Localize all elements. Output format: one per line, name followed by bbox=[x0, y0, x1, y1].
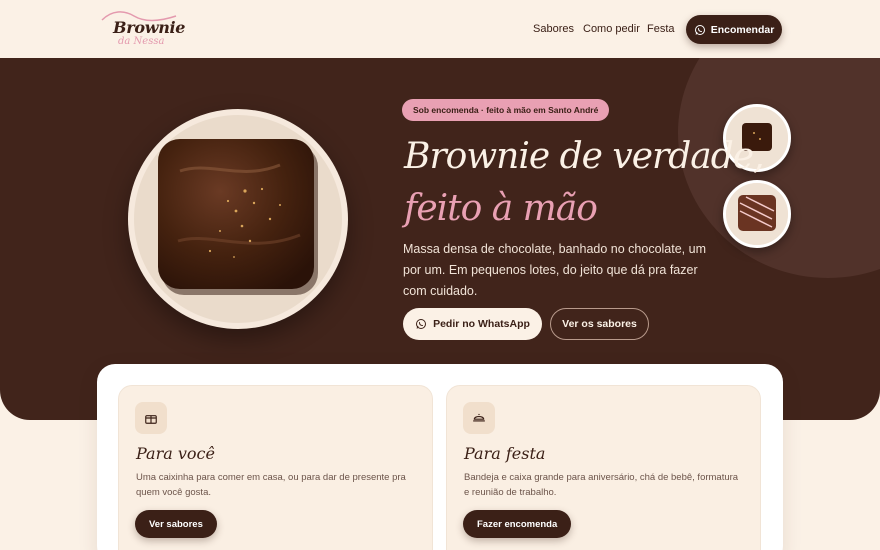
whatsapp-icon bbox=[694, 24, 705, 35]
hero-brownie-image bbox=[128, 109, 348, 329]
hero-description: Massa densa de chocolate, banhado no cho… bbox=[403, 242, 706, 298]
see-flavors-button[interactable]: Ver os sabores bbox=[550, 308, 649, 340]
brownie-illustration bbox=[158, 139, 318, 295]
whatsapp-icon bbox=[416, 319, 427, 329]
card-para-voce: Para você Uma caixinha para comer em cas… bbox=[118, 385, 433, 550]
tagline-badge: Sob encomenda · feito à mão em Santo And… bbox=[402, 99, 610, 121]
gift-box-icon bbox=[135, 402, 167, 434]
card-para-festa: Para festa Bandeja e caixa grande para a… bbox=[446, 385, 761, 550]
nav-link-festa[interactable]: Festa bbox=[647, 23, 675, 35]
card-text: Bandeja e caixa grande para aniversário,… bbox=[464, 472, 739, 498]
order-button-label: Encomendar bbox=[710, 23, 775, 36]
whatsapp-order-button[interactable]: Pedir no WhatsApp bbox=[403, 308, 542, 340]
whatsapp-button-label: Pedir no WhatsApp bbox=[433, 318, 530, 330]
card-text: Uma caixinha para comer em casa, ou para… bbox=[136, 472, 406, 498]
hero-title-line1: Brownie de verdade, bbox=[404, 136, 765, 177]
cake-icon bbox=[463, 402, 495, 434]
nav-link-como-pedir[interactable]: Como pedir bbox=[583, 23, 640, 35]
make-order-card-button[interactable]: Fazer encomenda bbox=[463, 510, 572, 538]
logo-subtitle: da Nessa bbox=[118, 36, 165, 47]
nav-link-sabores[interactable]: Sabores bbox=[533, 23, 574, 35]
site-header: Brownie da Nessa Sabores Como pedir Fest… bbox=[0, 0, 880, 58]
hero-title-line2: feito à mão bbox=[404, 188, 598, 229]
order-button[interactable]: Encomendar bbox=[686, 15, 782, 44]
audience-cards: Para você Uma caixinha para comer em cas… bbox=[97, 364, 783, 550]
see-flavors-card-button[interactable]: Ver sabores bbox=[135, 510, 217, 538]
logo-title: Brownie bbox=[113, 18, 186, 37]
brownie-thumbnail-2[interactable] bbox=[723, 180, 791, 248]
card-title: Para festa bbox=[464, 444, 546, 463]
logo[interactable]: Brownie da Nessa bbox=[100, 8, 186, 50]
card-title: Para você bbox=[136, 444, 215, 463]
